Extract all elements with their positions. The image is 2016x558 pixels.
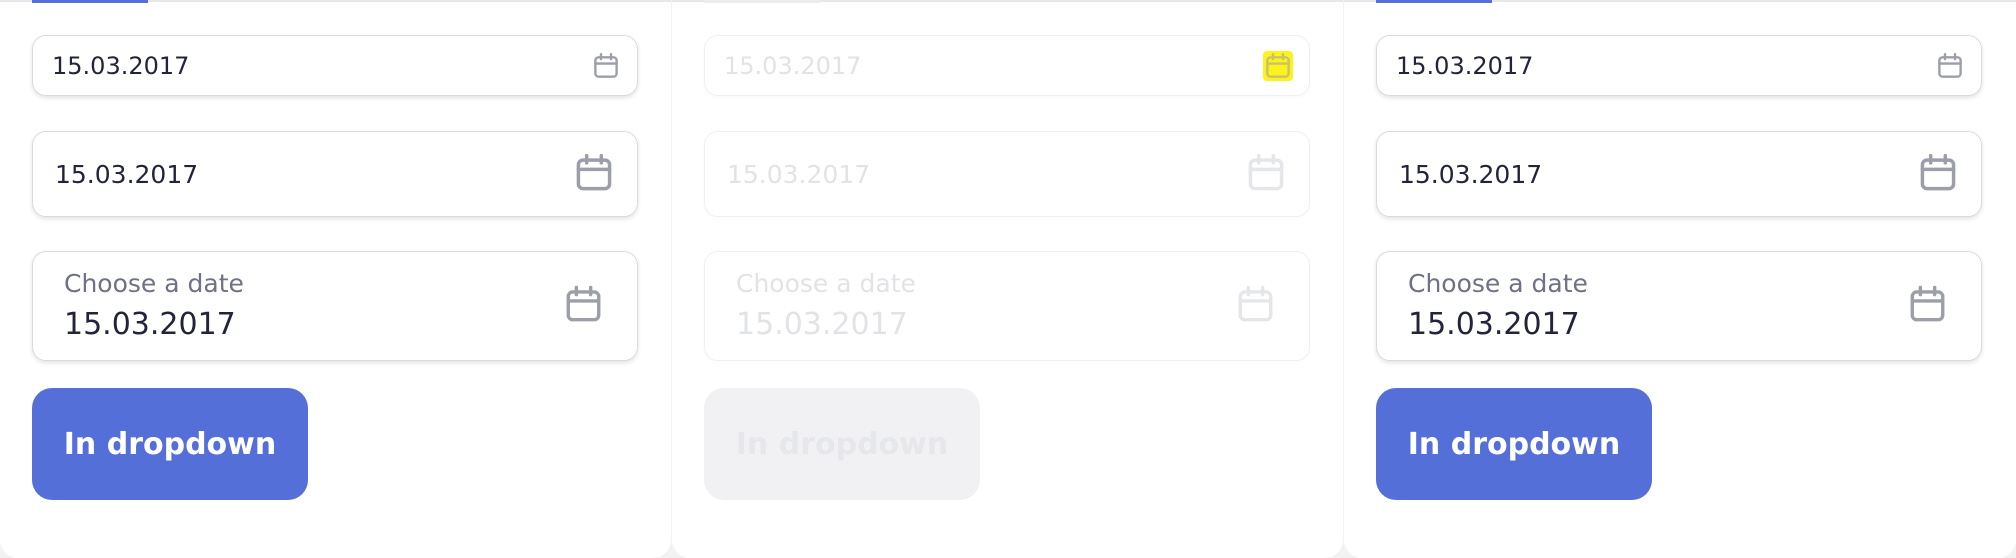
calendar-icon	[1244, 151, 1288, 195]
datepicker-panel-enabled: 15.03.2017 15.03.2017 Choose a date 15.0…	[1344, 0, 2016, 558]
date-input-labeled[interactable]: Choose a date 15.03.2017	[1376, 251, 1982, 361]
date-value: 15.03.2017	[1396, 52, 1534, 80]
calendar-icon[interactable]	[562, 283, 605, 326]
date-value: 15.03.2017	[724, 52, 862, 80]
date-input-small: 15.03.2017	[704, 35, 1310, 96]
calendar-icon[interactable]	[572, 151, 616, 195]
calendar-icon[interactable]	[591, 51, 621, 81]
date-field-label: Choose a date	[736, 269, 916, 298]
datepicker-panel-enabled: 15.03.2017 15.03.2017 Choose a date 15.0…	[0, 0, 671, 558]
datepicker-panel-disabled: 15.03.2017 15.03.2017 Choose a date 15.0…	[672, 0, 1343, 558]
date-value: 15.03.2017	[52, 52, 190, 80]
date-value: 15.03.2017	[55, 160, 199, 189]
date-input-small[interactable]: 15.03.2017	[32, 35, 638, 96]
date-value: 15.03.2017	[1408, 307, 1580, 342]
date-input-labeled[interactable]: Choose a date 15.03.2017	[32, 251, 638, 361]
in-dropdown-button[interactable]: In dropdown	[1376, 388, 1652, 500]
date-input-medium: 15.03.2017	[704, 131, 1310, 217]
date-input-labeled: Choose a date 15.03.2017	[704, 251, 1310, 361]
active-tab-indicator	[32, 0, 148, 3]
calendar-icon[interactable]	[1916, 151, 1960, 195]
active-tab-indicator	[1376, 0, 1492, 3]
date-value: 15.03.2017	[1399, 160, 1543, 189]
in-dropdown-button[interactable]: In dropdown	[32, 388, 308, 500]
calendar-icon	[1263, 51, 1293, 81]
date-input-medium[interactable]: 15.03.2017	[32, 131, 638, 217]
date-field-label: Choose a date	[64, 269, 244, 298]
date-value: 15.03.2017	[727, 160, 871, 189]
date-value: 15.03.2017	[64, 307, 236, 342]
date-input-medium[interactable]: 15.03.2017	[1376, 131, 1982, 217]
calendar-icon[interactable]	[1935, 51, 1965, 81]
calendar-icon[interactable]	[1906, 283, 1949, 326]
date-field-label: Choose a date	[1408, 269, 1588, 298]
calendar-icon	[1234, 283, 1277, 326]
in-dropdown-button: In dropdown	[704, 388, 980, 500]
active-tab-indicator	[704, 0, 820, 3]
date-input-small[interactable]: 15.03.2017	[1376, 35, 1982, 96]
date-value: 15.03.2017	[736, 307, 908, 342]
